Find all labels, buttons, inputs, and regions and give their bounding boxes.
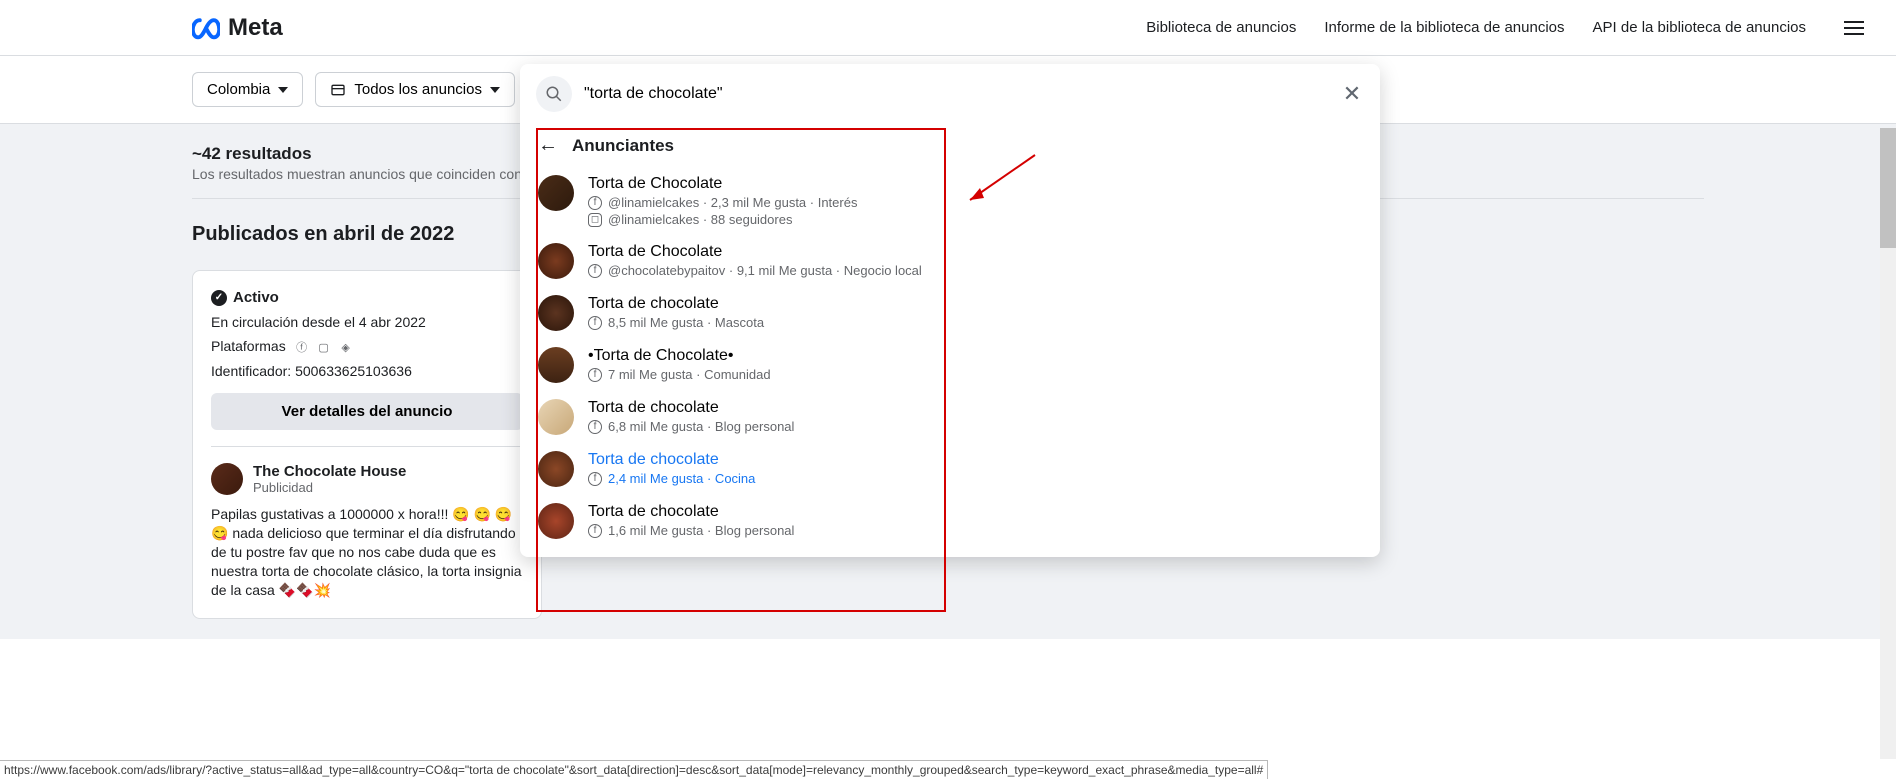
advertiser-meta-text: 6,8 mil Me gusta · Blog personal	[608, 419, 794, 434]
facebook-icon: f	[588, 264, 602, 278]
meta-logo-wrap[interactable]: Meta	[192, 14, 283, 42]
advertiser-meta-text: 7 mil Me gusta · Comunidad	[608, 367, 771, 382]
messenger-icon: ◈	[338, 339, 354, 355]
advertiser-info: Torta de chocolate f 6,8 mil Me gusta · Bl…	[588, 399, 1362, 435]
id-label: Identificador:	[211, 363, 291, 379]
ad-card: ✓ Activo En circulación desde el 4 abr 2…	[192, 270, 542, 619]
caret-down-icon	[278, 87, 288, 93]
hamburger-menu-icon[interactable]	[1844, 21, 1864, 35]
advertiser-meta: f 6,8 mil Me gusta · Blog personal	[588, 419, 1362, 434]
advertiser-meta-text: 1,6 mil Me gusta · Blog personal	[608, 523, 794, 538]
header: Meta Biblioteca de anuncios Informe de l…	[0, 0, 1896, 56]
advertiser-name: Torta de Chocolate	[588, 243, 1362, 261]
caret-down-icon	[490, 87, 500, 93]
advertiser-name: Torta de chocolate	[588, 399, 1362, 417]
advertiser-row[interactable]: Torta de Chocolate f @linamielcakes · 2,3 …	[520, 167, 1380, 235]
advertiser-meta-text: 8,5 mil Me gusta · Mascota	[608, 315, 764, 330]
header-nav: Biblioteca de anuncios Informe de la bib…	[1146, 19, 1864, 36]
view-details-button[interactable]: Ver detalles del anuncio	[211, 393, 523, 430]
advertiser-row[interactable]: •Torta de Chocolate• f 7 mil Me gusta · Co…	[520, 339, 1380, 391]
ad-status-row: ✓ Activo	[211, 289, 523, 306]
adtype-filter-label: Todos los anuncios	[354, 81, 482, 98]
ad-identifier: Identificador: 500633625103636	[211, 363, 523, 379]
page-avatar[interactable]	[211, 463, 243, 495]
scrollbar[interactable]	[1880, 128, 1896, 759]
meta-brand-text: Meta	[228, 14, 283, 42]
back-title-row: ← Anunciantes	[520, 128, 1380, 167]
advertiser-info: Torta de Chocolate f @chocolatebypaitov · …	[588, 243, 1362, 279]
nav-api[interactable]: API de la biblioteca de anuncios	[1593, 19, 1806, 36]
advertiser-name: Torta de chocolate	[588, 503, 1362, 521]
ad-page-header: The Chocolate House Publicidad	[211, 446, 523, 495]
search-panel: ✕ ← Anunciantes Torta de Chocolate f @lina…	[520, 64, 1380, 557]
facebook-icon: f	[588, 368, 602, 382]
advertiser-meta: f @linamielcakes · 2,3 mil Me gusta · Int…	[588, 195, 1362, 210]
advertiser-avatar	[538, 243, 574, 279]
advertiser-row[interactable]: Torta de Chocolate f @chocolatebypaitov · …	[520, 235, 1380, 287]
advertiser-meta-text: @chocolatebypaitov · 9,1 mil Me gusta · …	[608, 263, 922, 278]
advertiser-avatar	[538, 347, 574, 383]
advertiser-name: Torta de chocolate	[588, 451, 1362, 469]
facebook-icon: f	[588, 196, 602, 210]
advertiser-row[interactable]: Torta de chocolate f 2,4 mil Me gusta · Co…	[520, 443, 1380, 495]
advertiser-avatar	[538, 503, 574, 539]
ad-circulation: En circulación desde el 4 abr 2022	[211, 314, 523, 330]
advertiser-info: Torta de Chocolate f @linamielcakes · 2,3 …	[588, 175, 1362, 227]
advertiser-name: Torta de Chocolate	[588, 175, 1362, 193]
facebook-icon: f	[588, 524, 602, 538]
advertiser-row[interactable]: Torta de chocolate f 1,6 mil Me gusta · Bl…	[520, 495, 1380, 547]
country-filter-label: Colombia	[207, 81, 270, 98]
facebook-icon: f	[588, 472, 602, 486]
advertiser-avatar	[538, 399, 574, 435]
browser-status-url: https://www.facebook.com/ads/library/?ac…	[0, 760, 1268, 779]
check-circle-icon: ✓	[211, 290, 227, 306]
facebook-icon: ⓕ	[294, 339, 310, 355]
id-value: 500633625103636	[295, 363, 412, 379]
instagram-icon: ▢	[316, 339, 332, 355]
facebook-icon: f	[588, 316, 602, 330]
ad-body-text: Papilas gustativas a 1000000 x hora!!! 😋…	[211, 505, 523, 599]
advertiser-meta: f 8,5 mil Me gusta · Mascota	[588, 315, 1362, 330]
advertiser-meta: f 2,4 mil Me gusta · Cocina	[588, 471, 1362, 486]
sponsored-label: Publicidad	[253, 480, 406, 495]
search-results-panel: ← Anunciantes Torta de Chocolate f @linami…	[520, 124, 1380, 557]
back-arrow-icon[interactable]: ←	[538, 134, 558, 157]
advertiser-meta: f 1,6 mil Me gusta · Blog personal	[588, 523, 1362, 538]
advertiser-avatar	[538, 451, 574, 487]
advertiser-info: •Torta de Chocolate• f 7 mil Me gusta · Co…	[588, 347, 1362, 383]
advertiser-meta: f 7 mil Me gusta · Comunidad	[588, 367, 1362, 382]
advertisers-heading: Anunciantes	[572, 136, 674, 156]
instagram-icon: ◻	[588, 213, 602, 227]
advertiser-meta-text: @linamielcakes · 88 seguidores	[608, 212, 792, 227]
advertiser-avatar	[538, 175, 574, 211]
advertiser-name: •Torta de Chocolate•	[588, 347, 1362, 365]
adtype-filter[interactable]: Todos los anuncios	[315, 72, 515, 107]
nav-report[interactable]: Informe de la biblioteca de anuncios	[1324, 19, 1564, 36]
platforms-label: Plataformas	[211, 338, 286, 354]
ad-status-text: Activo	[233, 289, 279, 306]
ad-platforms: Plataformas ⓕ ▢ ◈	[211, 338, 523, 355]
search-bar: ✕	[520, 64, 1380, 124]
close-icon[interactable]: ✕	[1340, 81, 1364, 107]
advertiser-meta-text: @linamielcakes · 2,3 mil Me gusta · Inte…	[608, 195, 857, 210]
meta-infinity-icon	[192, 14, 220, 42]
search-input[interactable]	[584, 85, 1328, 103]
scrollbar-thumb[interactable]	[1880, 128, 1896, 248]
advertiser-name: Torta de chocolate	[588, 295, 1362, 313]
search-icon[interactable]	[536, 76, 572, 112]
nav-library[interactable]: Biblioteca de anuncios	[1146, 19, 1296, 36]
advertiser-info: Torta de chocolate f 2,4 mil Me gusta · Co…	[588, 451, 1362, 487]
advertiser-meta: ◻ @linamielcakes · 88 seguidores	[588, 212, 1362, 227]
advertiser-meta: f @chocolatebypaitov · 9,1 mil Me gusta ·…	[588, 263, 1362, 278]
facebook-icon: f	[588, 420, 602, 434]
advertiser-row[interactable]: Torta de chocolate f 8,5 mil Me gusta · Ma…	[520, 287, 1380, 339]
country-filter[interactable]: Colombia	[192, 72, 303, 107]
advertiser-info: Torta de chocolate f 1,6 mil Me gusta · Bl…	[588, 503, 1362, 539]
advertiser-row[interactable]: Torta de chocolate f 6,8 mil Me gusta · Bl…	[520, 391, 1380, 443]
advertiser-meta-text: 2,4 mil Me gusta · Cocina	[608, 471, 755, 486]
advertiser-avatar	[538, 295, 574, 331]
advertiser-info: Torta de chocolate f 8,5 mil Me gusta · Ma…	[588, 295, 1362, 331]
adtype-icon	[330, 82, 346, 98]
page-name[interactable]: The Chocolate House	[253, 463, 406, 480]
